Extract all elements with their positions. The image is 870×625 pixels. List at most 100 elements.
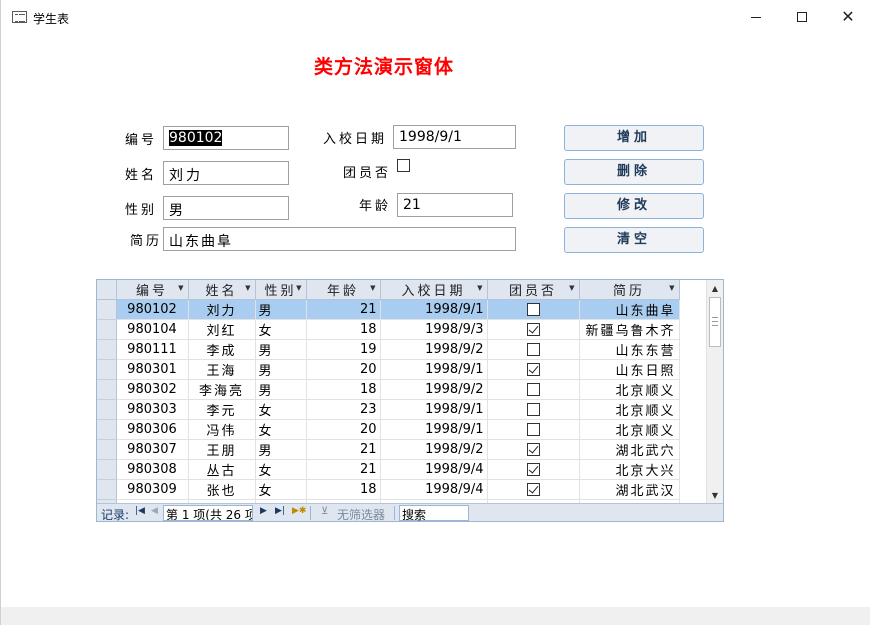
cell-date[interactable]: 1998/9/1 bbox=[380, 299, 488, 320]
dropdown-arrow-icon[interactable]: ▼ bbox=[477, 284, 482, 292]
table-row[interactable]: 980306 冯伟女 20 1998/9/1 北京顺义 bbox=[97, 419, 680, 440]
cell-member[interactable] bbox=[487, 459, 580, 480]
cell-age[interactable]: 19 bbox=[306, 339, 381, 360]
maximize-button[interactable] bbox=[779, 0, 825, 34]
unchecked-checkbox-icon[interactable] bbox=[526, 303, 540, 316]
row-selector[interactable] bbox=[97, 419, 117, 440]
cell-sex[interactable]: 女 bbox=[255, 319, 307, 340]
unchecked-checkbox-icon[interactable] bbox=[526, 403, 540, 416]
checked-checkbox-icon[interactable] bbox=[526, 363, 540, 376]
new-record-icon[interactable]: ▶✱ bbox=[292, 506, 306, 516]
previous-record-icon[interactable]: ◀ bbox=[151, 506, 158, 516]
select-all-corner[interactable] bbox=[97, 280, 117, 300]
table-row[interactable]: 980308 丛古女 21 1998/9/4 北京大兴 bbox=[97, 459, 680, 480]
cell-sex[interactable]: 男 bbox=[255, 379, 307, 400]
row-selector[interactable] bbox=[97, 339, 117, 360]
cell-date[interactable]: 1998/9/2 bbox=[380, 379, 488, 400]
row-selector[interactable] bbox=[97, 459, 117, 480]
enroll-date-field[interactable]: 1998/9/1 bbox=[393, 125, 516, 149]
cell-resume[interactable]: 湖北武汉 bbox=[579, 479, 680, 500]
cell-sex[interactable]: 男 bbox=[255, 439, 307, 460]
cell-sex[interactable]: 女 bbox=[255, 399, 307, 420]
cell-date[interactable]: 1998/9/4 bbox=[380, 479, 488, 500]
minimize-button[interactable] bbox=[733, 0, 779, 34]
cell-sex[interactable]: 男 bbox=[255, 299, 307, 320]
cell-date[interactable]: 1998/9/3 bbox=[380, 319, 488, 340]
scroll-thumb[interactable] bbox=[709, 297, 721, 347]
id-field[interactable]: 980102 bbox=[163, 126, 289, 150]
cell-name[interactable]: 李海亮 bbox=[188, 379, 256, 400]
cell-sex[interactable]: 女 bbox=[255, 419, 307, 440]
cell-id[interactable]: 980302 bbox=[116, 379, 189, 400]
cell-member[interactable] bbox=[487, 299, 580, 320]
cell-name[interactable]: 刘红 bbox=[188, 319, 256, 340]
dropdown-arrow-icon[interactable]: ▼ bbox=[569, 284, 574, 292]
cell-name[interactable]: 王朋 bbox=[188, 439, 256, 460]
scroll-up-icon[interactable]: ▲ bbox=[707, 280, 723, 296]
row-selector[interactable] bbox=[97, 359, 117, 380]
cell-member[interactable] bbox=[487, 419, 580, 440]
next-record-icon[interactable]: ▶ bbox=[260, 506, 267, 516]
cell-name[interactable]: 李元 bbox=[188, 399, 256, 420]
column-header-id[interactable]: 编号 ▼ bbox=[116, 280, 189, 300]
sex-field[interactable]: 男 bbox=[163, 196, 289, 220]
cell-date[interactable]: 1998/9/1 bbox=[380, 399, 488, 420]
row-selector[interactable] bbox=[97, 439, 117, 460]
add-button[interactable]: 增加 bbox=[564, 125, 704, 151]
cell-resume[interactable]: 山东东营 bbox=[579, 339, 680, 360]
cell-date[interactable]: 1998/9/4 bbox=[380, 459, 488, 480]
cell-sex[interactable]: 女 bbox=[255, 479, 307, 500]
cell-resume[interactable]: 新疆乌鲁木齐 bbox=[579, 319, 680, 340]
cell-date[interactable]: 1998/9/1 bbox=[380, 359, 488, 380]
cell-resume[interactable]: 北京顺义 bbox=[579, 419, 680, 440]
cell-member[interactable] bbox=[487, 319, 580, 340]
cell-id[interactable]: 980301 bbox=[116, 359, 189, 380]
table-row[interactable]: 980111 李成男 19 1998/9/2 山东东营 bbox=[97, 339, 680, 360]
unchecked-checkbox-icon[interactable] bbox=[526, 423, 540, 436]
cell-id[interactable]: 980111 bbox=[116, 339, 189, 360]
cell-age[interactable]: 23 bbox=[306, 399, 381, 420]
column-header-enroll-date[interactable]: 入校日期 ▼ bbox=[380, 280, 488, 300]
cell-name[interactable]: 刘力 bbox=[188, 299, 256, 320]
cell-resume[interactable]: 北京大兴 bbox=[579, 459, 680, 480]
column-header-resume[interactable]: 简历 ▼ bbox=[579, 280, 680, 300]
row-selector[interactable] bbox=[97, 479, 117, 500]
filter-status[interactable]: 无筛选器 bbox=[337, 506, 385, 523]
close-button[interactable]: ✕ bbox=[825, 0, 870, 34]
cell-id[interactable]: 980306 bbox=[116, 419, 189, 440]
dropdown-arrow-icon[interactable]: ▼ bbox=[296, 284, 301, 292]
cell-sex[interactable]: 男 bbox=[255, 359, 307, 380]
cell-member[interactable] bbox=[487, 479, 580, 500]
cell-id[interactable]: 980303 bbox=[116, 399, 189, 420]
table-row[interactable]: 980102 刘力男 21 1998/9/1 山东曲阜 bbox=[97, 299, 680, 320]
cell-name[interactable]: 冯伟 bbox=[188, 419, 256, 440]
member-checkbox[interactable] bbox=[397, 159, 410, 172]
cell-id[interactable]: 980309 bbox=[116, 479, 189, 500]
checked-checkbox-icon[interactable] bbox=[526, 463, 540, 476]
cell-name[interactable]: 王海 bbox=[188, 359, 256, 380]
cell-member[interactable] bbox=[487, 379, 580, 400]
cell-age[interactable]: 18 bbox=[306, 479, 381, 500]
cell-sex[interactable]: 女 bbox=[255, 459, 307, 480]
row-selector[interactable] bbox=[97, 399, 117, 420]
cell-member[interactable] bbox=[487, 339, 580, 360]
age-field[interactable]: 21 bbox=[397, 193, 513, 217]
table-row[interactable]: 980104 刘红女 18 1998/9/3 新疆乌鲁木齐 bbox=[97, 319, 680, 340]
dropdown-arrow-icon[interactable]: ▼ bbox=[370, 284, 375, 292]
table-row[interactable]: 980301 王海男 20 1998/9/1 山东日照 bbox=[97, 359, 680, 380]
table-row[interactable]: 980302 李海亮男 18 1998/9/2 北京顺义 bbox=[97, 379, 680, 400]
cell-member[interactable] bbox=[487, 439, 580, 460]
cell-name[interactable]: 丛古 bbox=[188, 459, 256, 480]
cell-age[interactable]: 21 bbox=[306, 459, 381, 480]
cell-sex[interactable]: 男 bbox=[255, 339, 307, 360]
dropdown-arrow-icon[interactable]: ▼ bbox=[178, 284, 183, 292]
cell-resume[interactable]: 湖北武穴 bbox=[579, 439, 680, 460]
cell-resume[interactable]: 山东日照 bbox=[579, 359, 680, 380]
table-row[interactable]: 980303 李元女 23 1998/9/1 北京顺义 bbox=[97, 399, 680, 420]
cell-resume[interactable]: 山东曲阜 bbox=[579, 299, 680, 320]
cell-age[interactable]: 20 bbox=[306, 359, 381, 380]
checked-checkbox-icon[interactable] bbox=[526, 483, 540, 496]
cell-resume[interactable]: 北京顺义 bbox=[579, 379, 680, 400]
row-selector[interactable] bbox=[97, 299, 117, 320]
cell-age[interactable]: 21 bbox=[306, 299, 381, 320]
